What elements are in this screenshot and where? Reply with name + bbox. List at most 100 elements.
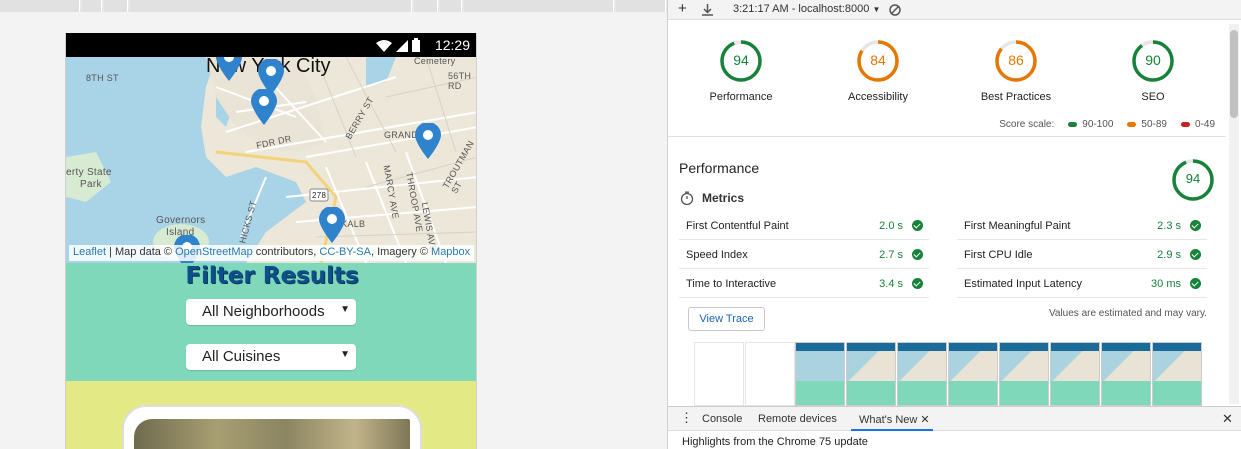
tab-console[interactable]: Console — [702, 407, 742, 431]
map-marker-icon[interactable] — [319, 207, 345, 243]
gauge-label: Best Practices — [980, 91, 1052, 103]
pass-check-icon — [912, 278, 923, 289]
performance-gauge: 94 — [1171, 158, 1215, 202]
performance-section-title: Performance — [679, 160, 760, 176]
cuisines-select[interactable]: All Cuisines ▼ — [186, 344, 356, 370]
score-gauge[interactable]: 84 Accessibility — [813, 39, 943, 103]
mapbox-link[interactable]: Mapbox — [431, 246, 470, 258]
pass-check-icon — [912, 249, 923, 260]
metric-row: Estimated Input Latency 30 ms — [957, 270, 1207, 298]
restaurant-card[interactable] — [122, 405, 422, 449]
metric-row: First Contentful Paint 2.0 s — [679, 212, 929, 240]
close-drawer-icon[interactable]: ✕ — [1222, 407, 1233, 431]
neighborhoods-select-value: All Neighborhoods — [202, 303, 325, 320]
map-place-label: Park — [80, 179, 102, 190]
plus-icon[interactable]: + — [678, 0, 687, 17]
fail-dot-icon — [1180, 121, 1190, 127]
map-marker-icon[interactable] — [251, 89, 277, 125]
filmstrip-frame — [948, 342, 998, 406]
metric-value: 2.9 s — [1157, 249, 1181, 261]
metric-name: Estimated Input Latency — [964, 278, 1083, 290]
leaflet-link[interactable]: Leaflet — [73, 246, 106, 258]
map-marker-icon[interactable] — [415, 123, 441, 159]
metric-value: 2.7 s — [879, 249, 903, 261]
filmstrip-frame — [1101, 342, 1151, 406]
signal-icon — [396, 40, 408, 52]
devtools-panel: + 3:21:17 AM - localhost:8000 ▼ 94 Perfor… — [667, 0, 1241, 449]
tab-whats-new-label: What's New — [859, 414, 918, 426]
filmstrip-frame — [1152, 342, 1202, 406]
map-marker-icon[interactable] — [216, 57, 242, 81]
license-link[interactable]: CC-BY-SA — [319, 246, 371, 258]
view-trace-button[interactable]: View Trace — [688, 307, 765, 331]
pass-check-icon — [1190, 278, 1201, 289]
attribution-text: , Imagery © — [370, 246, 432, 258]
scrollbar-thumb[interactable] — [1230, 30, 1238, 118]
gauge-label: SEO — [1141, 91, 1165, 103]
neighborhoods-select[interactable]: All Neighborhoods ▼ — [186, 299, 356, 325]
metric-name: First Contentful Paint — [686, 220, 789, 232]
gauge-label: Accessibility — [848, 91, 908, 103]
score-gauge[interactable]: 90 SEO — [1088, 39, 1218, 103]
audits-scrollbar[interactable] — [1229, 24, 1239, 404]
metric-row: First Meaningful Paint 2.3 s — [957, 212, 1207, 240]
pass-check-icon — [1190, 249, 1201, 260]
chevron-down-icon: ▼ — [872, 5, 881, 14]
map-place-label: Governors — [156, 215, 206, 226]
filmstrip-frame — [999, 342, 1049, 406]
phone-status-bar: 12:29 — [66, 33, 476, 57]
restaurant-image — [134, 419, 410, 449]
stopwatch-icon — [680, 191, 694, 205]
score-scale-average: 50-89 — [1127, 119, 1167, 130]
performance-score: 94 — [1185, 171, 1201, 186]
clear-icon[interactable] — [889, 4, 901, 16]
close-tab-icon[interactable]: ✕ — [920, 414, 929, 426]
drawer-menu-icon[interactable]: ⋮ — [680, 407, 693, 431]
score-scale: Score scale: 90-100 50-89 0-49 — [999, 119, 1215, 130]
score-gauge[interactable]: 86 Best Practices — [951, 39, 1081, 103]
dropdown-arrow-icon: ▼ — [340, 349, 350, 360]
download-icon[interactable] — [702, 4, 713, 16]
restaurant-map[interactable]: New York City 8TH ST Cemetery 56TH RD BE… — [66, 57, 476, 263]
filmstrip-frame — [795, 342, 845, 406]
map-place-label: erty State — [66, 167, 112, 178]
filmstrip-frame — [745, 342, 795, 406]
score-scale-good: 90-100 — [1068, 119, 1113, 130]
filmstrip-frame — [1050, 342, 1100, 406]
highway-shield-label: 278 — [312, 191, 327, 200]
restaurants-list — [66, 381, 476, 449]
pass-check-icon — [1190, 220, 1201, 231]
map-attribution: Leaflet | Map data © OpenStreetMap contr… — [69, 245, 475, 261]
metric-name: Time to Interactive — [686, 278, 777, 290]
wifi-icon — [376, 40, 392, 52]
audits-toolbar: + 3:21:17 AM - localhost:8000 ▼ — [668, 0, 1241, 20]
dropdown-arrow-icon: ▼ — [340, 304, 350, 315]
divider — [668, 136, 1226, 137]
filmstrip — [694, 342, 1204, 406]
cuisines-select-value: All Cuisines — [202, 348, 281, 365]
gauge-score: 84 — [870, 52, 886, 68]
gauge-score: 90 — [1145, 52, 1161, 68]
metric-value: 3.4 s — [879, 278, 903, 290]
metric-value: 2.3 s — [1157, 220, 1181, 232]
metric-value: 2.0 s — [879, 220, 903, 232]
metric-row: Speed Index 2.7 s — [679, 241, 929, 269]
media-query-bar[interactable] — [0, 0, 667, 12]
gauge-score: 86 — [1008, 52, 1024, 68]
pass-dot-icon — [1068, 121, 1078, 127]
score-scale-poor: 0-49 — [1180, 119, 1215, 130]
filmstrip-frame — [897, 342, 947, 406]
metric-value: 30 ms — [1151, 278, 1181, 290]
filter-title: Filter Results — [185, 263, 359, 289]
metric-name: First Meaningful Paint — [964, 220, 1071, 232]
score-gauge[interactable]: 94 Performance — [676, 39, 806, 103]
tab-remote-devices[interactable]: Remote devices — [758, 407, 837, 431]
report-selector[interactable]: 3:21:17 AM - localhost:8000 ▼ — [733, 3, 880, 15]
metric-name: Speed Index — [686, 249, 748, 261]
map-street-label: 56TH RD — [448, 71, 472, 91]
openstreetmap-link[interactable]: OpenStreetMap — [175, 246, 253, 258]
filmstrip-frame — [694, 342, 744, 406]
average-dot-icon — [1127, 121, 1137, 127]
whats-new-text: Highlights from the Chrome 75 update — [682, 436, 868, 448]
tab-whats-new[interactable]: What's New ✕ — [851, 407, 933, 431]
